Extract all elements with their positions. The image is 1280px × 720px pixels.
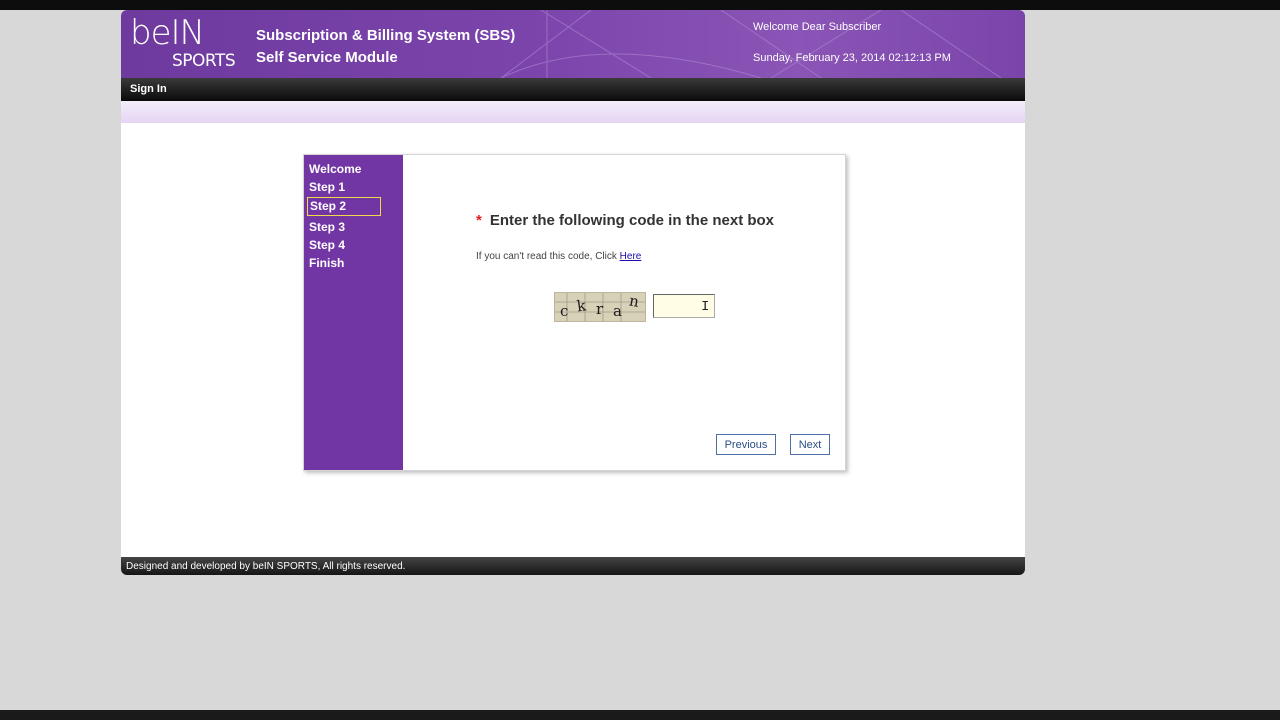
footer-bar: Designed and developed by beIN SPORTS, A… [121,557,1025,575]
next-button[interactable]: Next [790,434,830,455]
captcha-char: k [576,296,588,315]
system-title-line1: Subscription & Billing System (SBS) [256,27,516,44]
welcome-text: Welcome Dear Subscriber [753,21,882,33]
wizard-steps-sidebar: Welcome Step 1 Step 2 Step 3 Step 4 Fini… [304,155,403,470]
datetime-text: Sunday, February 23, 2014 02:12:13 PM [753,52,951,64]
step-2-active[interactable]: Step 2 [307,197,381,216]
step-1[interactable]: Step 1 [309,180,345,194]
step-4[interactable]: Step 4 [309,238,345,252]
captcha-char: r [596,300,604,318]
header-banner: beIN SPORTS Subscription & Billing Syste… [121,10,1025,78]
nav-bar: Sign In [121,78,1025,101]
hint-text: If you can't read this code, Click [476,251,620,262]
step-welcome[interactable]: Welcome [309,162,361,176]
sub-header-band [121,101,1025,123]
wizard-panel: Welcome Step 1 Step 2 Step 3 Step 4 Fini… [303,154,846,471]
top-black-bar [0,0,1280,10]
step-finish[interactable]: Finish [309,256,344,270]
captcha-hint: If you can't read this code, Click Here [476,251,641,262]
text-cursor-icon: I [701,299,710,315]
system-title: Subscription & Billing System (SBS) Self… [256,25,515,69]
captcha-question: * Enter the following code in the next bo… [476,212,774,229]
sign-in-link[interactable]: Sign In [130,83,167,95]
question-text: Enter the following code in the next box [489,212,775,229]
system-title-line2: Self Service Module [256,49,398,66]
footer-text: Designed and developed by beIN SPORTS, A… [126,561,406,572]
bein-sports-logo: beIN SPORTS [130,13,236,71]
logo-wordmark: beIN [130,13,205,53]
previous-button[interactable]: Previous [716,434,776,455]
captcha-image: c k r a n [554,292,646,322]
page-frame: beIN SPORTS Subscription & Billing Syste… [121,10,1025,575]
bottom-black-bar [0,710,1280,720]
captcha-char: a [613,302,622,320]
refresh-captcha-link[interactable]: Here [620,251,642,262]
logo-subtext: SPORTS [172,51,236,71]
captcha-char: c [560,302,568,320]
required-marker: * [476,212,482,229]
captcha-char: n [628,292,641,311]
step-3[interactable]: Step 3 [309,220,345,234]
